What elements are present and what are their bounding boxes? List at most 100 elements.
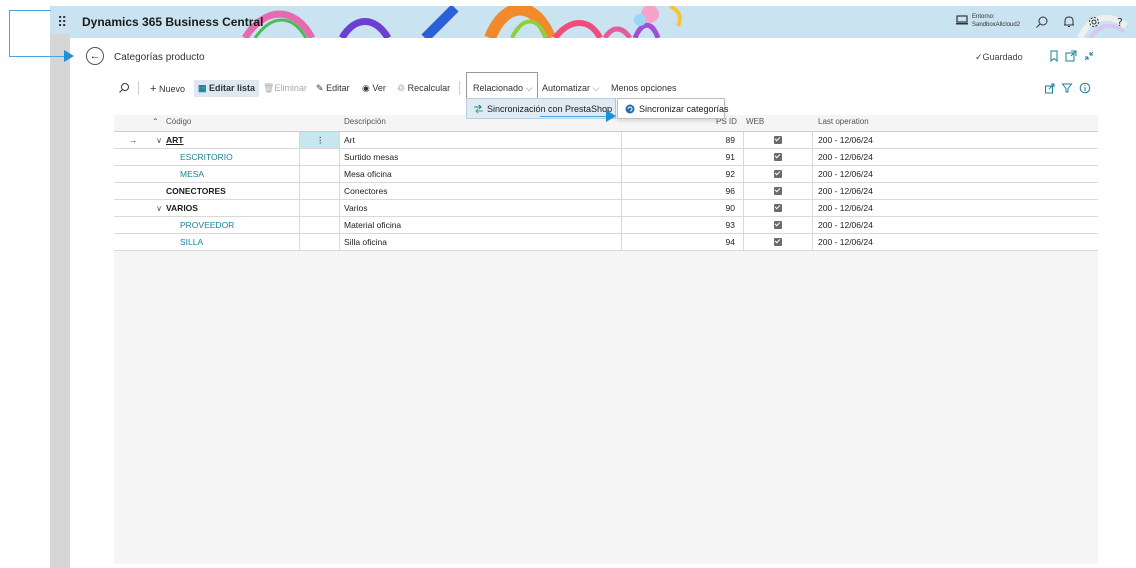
- code-link[interactable]: MESA: [180, 169, 204, 179]
- info-icon[interactable]: [1079, 82, 1091, 94]
- row-actions-cell[interactable]: [300, 217, 340, 233]
- ps-id-cell[interactable]: 91: [622, 149, 744, 165]
- row-actions-cell[interactable]: [300, 200, 340, 216]
- view-button[interactable]: ◉ Ver: [362, 83, 386, 94]
- pencil-icon: ✎: [316, 83, 324, 93]
- row-actions-cell[interactable]: [300, 166, 340, 182]
- code-link[interactable]: VARIOS: [166, 203, 198, 213]
- last-operation-cell[interactable]: 200 - 12/06/24: [813, 234, 1098, 250]
- table-row[interactable]: ESCRITORIO Surtido mesas 91 200 - 12/06/…: [114, 149, 1098, 166]
- description-cell[interactable]: Silla oficina: [340, 234, 622, 250]
- recalculate-button[interactable]: ♲ Recalcular: [397, 83, 450, 94]
- sync-categories-menu-item[interactable]: Sincronizar categorías: [617, 98, 729, 119]
- ps-id-cell[interactable]: 96: [622, 183, 744, 199]
- annotation-arrow-icon: [64, 50, 74, 62]
- row-actions-cell[interactable]: [300, 234, 340, 250]
- chevron-down-icon[interactable]: ∨: [152, 133, 166, 148]
- view-label: Ver: [372, 83, 386, 93]
- edit-list-button[interactable]: ▦ Editar lista: [194, 80, 260, 97]
- last-operation-cell[interactable]: 200 - 12/06/24: [813, 132, 1098, 148]
- table-row[interactable]: MESA Mesa oficina 92 200 - 12/06/24: [114, 166, 1098, 183]
- delete-button[interactable]: 🗑Eliminar: [263, 83, 307, 94]
- description-cell[interactable]: Art: [340, 132, 622, 148]
- chevron-down-icon: ⌵: [592, 83, 600, 93]
- row-actions-cell[interactable]: [300, 183, 340, 199]
- description-cell[interactable]: Surtido mesas: [340, 149, 622, 165]
- chevron-down-icon[interactable]: ∨: [152, 201, 166, 216]
- gear-icon[interactable]: [1087, 15, 1101, 29]
- table-row[interactable]: → ∨ ART ⋮ Art 89 200 - 12/06/24: [114, 132, 1098, 149]
- sync-icon: [474, 104, 483, 114]
- code-cell: ∨ ART: [152, 132, 300, 148]
- table-row[interactable]: PROVEEDOR Material oficina 93 200 - 12/0…: [114, 217, 1098, 234]
- column-header-code[interactable]: Código: [166, 117, 191, 126]
- ps-id-cell[interactable]: 92: [622, 166, 744, 182]
- fewer-options-button[interactable]: Menos opciones: [611, 83, 677, 93]
- edit-button[interactable]: ✎ Editar: [316, 83, 350, 94]
- action-bar: + Nuevo ▦ Editar lista 🗑Eliminar ✎ Edita…: [114, 78, 1098, 100]
- annotation-line: [540, 116, 608, 117]
- code-link[interactable]: ESCRITORIO: [180, 152, 233, 162]
- last-operation-cell[interactable]: 200 - 12/06/24: [813, 149, 1098, 165]
- filter-icon[interactable]: [1061, 82, 1073, 94]
- column-header-web[interactable]: WEB: [746, 117, 764, 126]
- collapse-icon[interactable]: [1082, 49, 1096, 63]
- web-checkbox[interactable]: [774, 152, 782, 161]
- web-checkbox[interactable]: [774, 186, 782, 195]
- web-checkbox[interactable]: [774, 135, 782, 144]
- ps-id-cell[interactable]: 94: [622, 234, 744, 250]
- web-checkbox-cell[interactable]: [744, 166, 813, 182]
- code-link[interactable]: ART: [166, 135, 183, 145]
- back-button[interactable]: ←: [86, 47, 104, 65]
- web-checkbox-cell[interactable]: [744, 149, 813, 165]
- web-checkbox-cell[interactable]: [744, 200, 813, 216]
- column-header-last-operation[interactable]: Last operation: [818, 117, 869, 126]
- search-icon[interactable]: [118, 82, 130, 94]
- last-operation-cell[interactable]: 200 - 12/06/24: [813, 200, 1098, 216]
- web-checkbox[interactable]: [774, 169, 782, 178]
- sort-ascending-icon[interactable]: ⌃: [152, 117, 159, 126]
- ps-id-cell[interactable]: 90: [622, 200, 744, 216]
- web-checkbox[interactable]: [774, 237, 782, 246]
- new-button[interactable]: + Nuevo: [150, 83, 185, 95]
- open-new-window-icon[interactable]: [1064, 49, 1078, 63]
- web-checkbox-cell[interactable]: [744, 234, 813, 250]
- code-link[interactable]: PROVEEDOR: [180, 220, 234, 230]
- categories-table: → ∨ ART ⋮ Art 89 200 - 12/06/24 ESCRITORI…: [114, 131, 1098, 251]
- last-operation-cell[interactable]: 200 - 12/06/24: [813, 166, 1098, 182]
- share-icon[interactable]: [1044, 82, 1056, 94]
- sync-categories-label: Sincronizar categorías: [639, 104, 729, 114]
- bell-icon[interactable]: [1062, 15, 1076, 29]
- web-checkbox[interactable]: [774, 203, 782, 212]
- ps-id-cell[interactable]: 89: [622, 132, 744, 148]
- web-checkbox-cell[interactable]: [744, 132, 813, 148]
- row-indicator: [114, 149, 152, 165]
- help-icon[interactable]: ?: [1113, 15, 1127, 29]
- last-operation-cell[interactable]: 200 - 12/06/24: [813, 183, 1098, 199]
- code-link[interactable]: SILLA: [180, 237, 203, 247]
- description-cell[interactable]: Material oficina: [340, 217, 622, 233]
- row-actions-cell[interactable]: [300, 149, 340, 165]
- web-checkbox[interactable]: [774, 220, 782, 229]
- automate-menu-button[interactable]: Automatizar ⌵: [542, 83, 599, 94]
- description-cell[interactable]: Conectores: [340, 183, 622, 199]
- bookmark-icon[interactable]: [1047, 49, 1061, 63]
- table-row[interactable]: ∨ VARIOS Varios 90 200 - 12/06/24: [114, 200, 1098, 217]
- web-checkbox-cell[interactable]: [744, 183, 813, 199]
- row-actions-button[interactable]: ⋮: [300, 132, 340, 148]
- web-checkbox-cell[interactable]: [744, 217, 813, 233]
- edit-list-label: Editar lista: [209, 83, 256, 93]
- annotation-arrow-icon: [606, 110, 616, 122]
- table-row[interactable]: CONECTORES Conectores 96 200 - 12/06/24: [114, 183, 1098, 200]
- description-cell[interactable]: Varios: [340, 200, 622, 216]
- table-row[interactable]: SILLA Silla oficina 94 200 - 12/06/24: [114, 234, 1098, 251]
- related-menu-button[interactable]: Relacionado ⌵: [473, 83, 532, 94]
- description-cell[interactable]: Mesa oficina: [340, 166, 622, 182]
- column-header-description[interactable]: Descripción: [344, 117, 386, 126]
- app-launcher-icon[interactable]: ⠿: [57, 14, 67, 31]
- search-icon[interactable]: [1035, 15, 1049, 29]
- last-operation-cell[interactable]: 200 - 12/06/24: [813, 217, 1098, 233]
- ps-id-cell[interactable]: 93: [622, 217, 744, 233]
- separator: [138, 81, 139, 95]
- code-link[interactable]: CONECTORES: [166, 186, 226, 196]
